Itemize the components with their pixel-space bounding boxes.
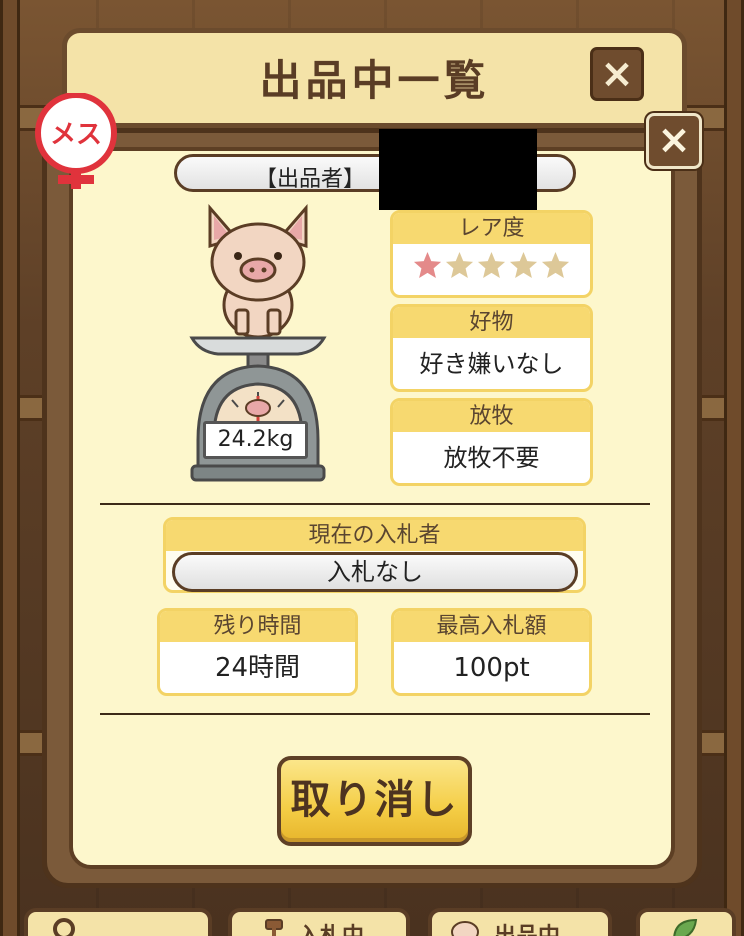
star-empty-icon bbox=[477, 251, 506, 279]
grazing-value: 放牧不要 bbox=[443, 444, 540, 472]
remaining-time-card: 残り時間 24時間 bbox=[157, 608, 358, 696]
star-empty-icon bbox=[541, 251, 570, 279]
weight-display: 24.2kg bbox=[203, 421, 308, 459]
tab-other[interactable] bbox=[636, 908, 736, 936]
grazing-card: 放牧 放牧不要 bbox=[390, 398, 593, 486]
favorite-food-card: 好物 好き嫌いなし bbox=[390, 304, 593, 392]
current-bidder-label: 現在の入札者 bbox=[166, 520, 583, 551]
highest-bid-value: 100pt bbox=[453, 653, 530, 683]
tab-listing-label: 出品中 bbox=[494, 918, 560, 936]
highest-bid-card: 最高入札額 100pt bbox=[391, 608, 592, 696]
background-post bbox=[0, 0, 20, 936]
section-divider bbox=[100, 503, 650, 505]
redacted-seller-name bbox=[379, 129, 537, 210]
favorite-food-value: 好き嫌いなし bbox=[419, 350, 564, 378]
gender-badge-text: メス bbox=[50, 120, 102, 150]
tab-bidding-label: 入札中 bbox=[298, 918, 364, 936]
dialog-close-button[interactable]: × bbox=[646, 113, 702, 169]
star-empty-icon bbox=[445, 251, 474, 279]
remaining-time-label: 残り時間 bbox=[160, 611, 355, 642]
cancel-listing-button[interactable]: 取り消し bbox=[277, 756, 472, 846]
tab-listing[interactable]: 出品中 bbox=[428, 908, 612, 936]
pig-icon bbox=[451, 921, 479, 936]
background-post bbox=[724, 0, 744, 936]
section-divider bbox=[100, 713, 650, 715]
remaining-time-value: 24時間 bbox=[214, 653, 301, 683]
tab-bidding[interactable]: 入札中 bbox=[228, 908, 410, 936]
tab-search[interactable] bbox=[24, 908, 212, 936]
listing-panel-header: 出品中一覧 × bbox=[62, 28, 687, 128]
seller-label: 【出品者】 bbox=[255, 167, 366, 192]
current-bidder-value: 入札なし bbox=[172, 552, 578, 592]
grazing-label: 放牧 bbox=[393, 401, 590, 432]
favorite-food-label: 好物 bbox=[393, 307, 590, 338]
highest-bid-label: 最高入札額 bbox=[394, 611, 589, 642]
rarity-stars bbox=[393, 250, 590, 281]
rarity-card: レア度 bbox=[390, 210, 593, 298]
star-filled-icon bbox=[413, 251, 442, 279]
leaf-icon bbox=[673, 918, 698, 936]
female-gender-badge-icon: メス bbox=[35, 93, 117, 189]
star-empty-icon bbox=[509, 251, 538, 279]
search-icon bbox=[53, 918, 75, 936]
rarity-label: レア度 bbox=[393, 213, 590, 244]
listing-panel-close-button[interactable]: × bbox=[590, 47, 644, 101]
hammer-icon bbox=[265, 919, 283, 936]
